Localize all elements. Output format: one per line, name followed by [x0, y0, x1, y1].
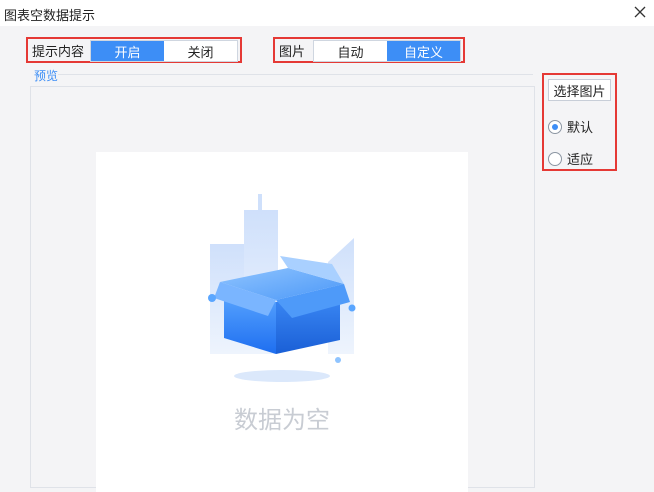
empty-box-illustration: [208, 194, 356, 382]
choose-image-button[interactable]: 选择图片: [548, 79, 611, 101]
image-auto-option[interactable]: 自动: [314, 41, 387, 61]
radio-fit[interactable]: 适应: [548, 149, 593, 168]
empty-data-text: 数据为空: [234, 406, 330, 434]
radio-default-label: 默认: [567, 121, 594, 136]
image-mode-toggle: 自动 自定义: [313, 40, 461, 62]
hint-content-toggle: 开启 关闭: [90, 40, 238, 62]
hint-content-label: 提示内容: [32, 44, 85, 60]
close-icon[interactable]: [632, 4, 648, 20]
radio-fit-indicator[interactable]: [548, 151, 562, 166]
image-group: 图片 自动 自定义: [273, 37, 465, 63]
image-label: 图片: [279, 44, 306, 60]
image-custom-option[interactable]: 自定义: [387, 41, 460, 61]
image-options-panel: 选择图片 默认 适应: [542, 73, 617, 171]
window-title: 图表空数据提示: [4, 9, 96, 24]
hint-content-off-option[interactable]: 关闭: [164, 41, 237, 61]
radio-default-indicator[interactable]: [548, 119, 562, 134]
hint-content-group: 提示内容 开启 关闭: [26, 37, 242, 63]
preview-label: 预览: [34, 69, 59, 83]
title-bar: 图表空数据提示: [0, 0, 654, 26]
preview-card: 数据为空: [96, 152, 468, 492]
hint-content-on-option[interactable]: 开启: [91, 41, 164, 61]
radio-fit-label: 适应: [567, 153, 594, 168]
preview-divider: [58, 74, 533, 75]
radio-default[interactable]: 默认: [548, 117, 593, 136]
